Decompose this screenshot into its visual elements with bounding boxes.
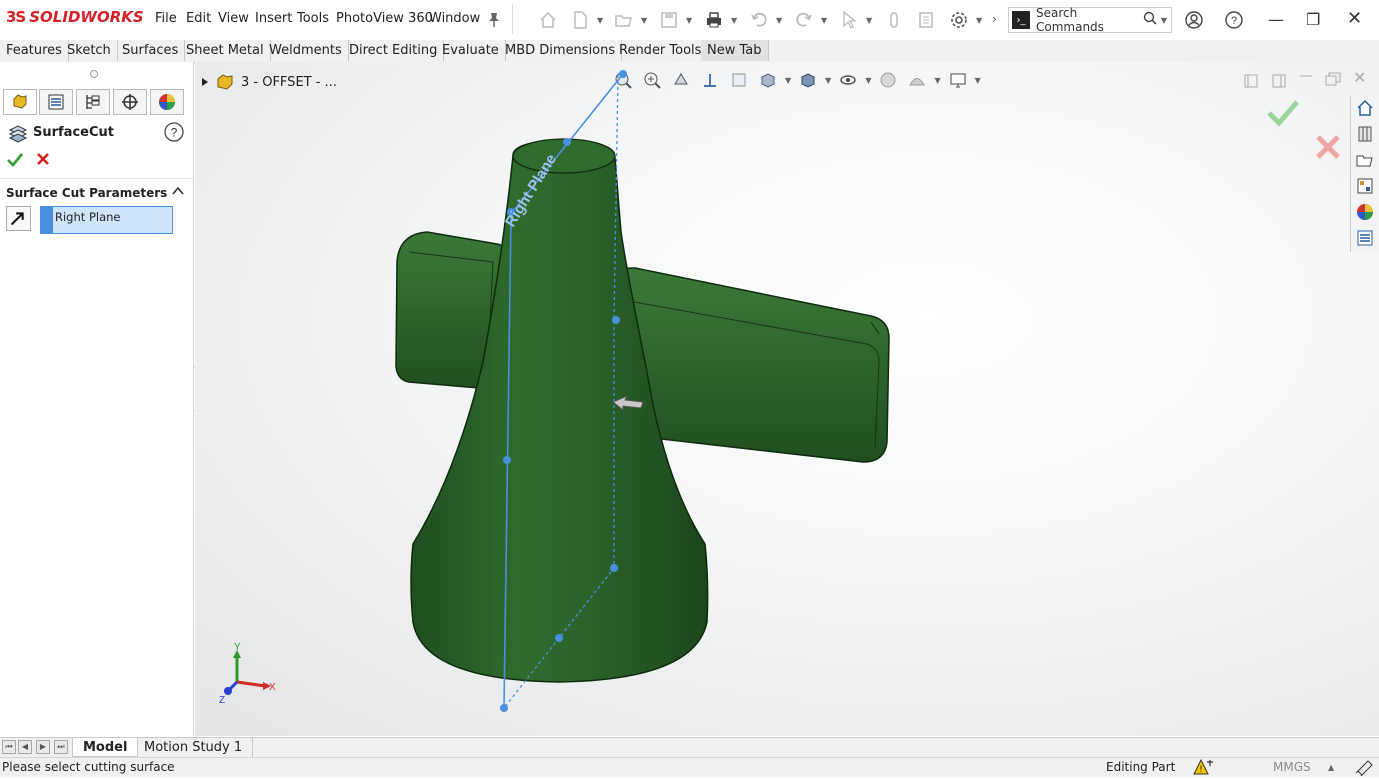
rebuild-icon[interactable] <box>882 8 906 32</box>
ds-logo-mark: 3S <box>6 8 26 26</box>
tab-direct-editing[interactable]: Direct Editing <box>343 40 445 61</box>
tab-motion-study[interactable]: Motion Study 1 <box>134 738 254 757</box>
configurationmanager-tab-icon[interactable] <box>76 89 110 115</box>
search-icon[interactable] <box>1143 11 1157 29</box>
app-name: SOLIDWORKS <box>29 8 144 26</box>
minimize-icon[interactable]: — <box>1268 10 1284 29</box>
triad-y-label: Y <box>234 642 241 653</box>
search-input[interactable]: Search Commands <box>1036 6 1143 34</box>
prev-tab-icon[interactable]: ◀ <box>18 740 32 754</box>
next-tab-icon[interactable]: ▶ <box>36 740 50 754</box>
panel-grip-icon[interactable] <box>90 70 98 78</box>
chevron-down-icon[interactable]: ▼ <box>686 16 692 25</box>
first-tab-icon[interactable]: ⏮ <box>2 740 16 754</box>
command-manager-tabs: Features Sketch Surfaces Sheet Metal Wel… <box>0 40 1379 63</box>
chevron-down-icon[interactable]: ▼ <box>866 16 872 25</box>
bottom-tabs-bar: ⏮ ◀ ▶ ⏭ Model Motion Study 1 <box>0 737 1379 758</box>
last-tab-icon[interactable]: ⏭ <box>54 740 68 754</box>
title-bar: 3S SOLIDWORKS File Edit View Insert Tool… <box>0 0 1379 41</box>
selection-color-swatch <box>40 206 52 234</box>
help-icon[interactable]: ? <box>164 122 184 142</box>
menu-insert[interactable]: Insert <box>255 11 292 26</box>
menu-photoview[interactable]: PhotoView 360 <box>336 11 433 26</box>
tab-surfaces[interactable]: Surfaces <box>116 40 186 61</box>
toolbar-divider <box>512 4 513 34</box>
cutting-surface-selection-box[interactable]: Right Plane <box>52 206 173 234</box>
flip-arrow-icon <box>10 212 24 226</box>
save-icon[interactable] <box>657 8 681 32</box>
options-gear-icon[interactable] <box>947 8 971 32</box>
model-view: Right Plane Y X Z <box>219 70 890 712</box>
print-icon[interactable] <box>702 8 726 32</box>
unit-system[interactable]: MMGS <box>1273 760 1311 774</box>
section-title: Surface Cut Parameters <box>6 186 168 200</box>
close-icon[interactable]: ✕ <box>1347 8 1362 29</box>
featuremanager-tab-icon[interactable] <box>3 89 37 115</box>
graphics-area[interactable]: 3 - OFFSET - ... ▼ ▼ ▼ ▼ ▼ — ✕ Right Pla… <box>195 62 1379 736</box>
chevron-down-icon[interactable]: ▼ <box>821 16 827 25</box>
chevron-down-icon[interactable]: ▼ <box>731 16 737 25</box>
tab-sketch[interactable]: Sketch <box>61 40 118 61</box>
svg-text:?: ? <box>171 126 178 140</box>
svg-text:?: ? <box>1231 15 1237 27</box>
help-icon[interactable]: ? <box>1222 8 1246 32</box>
propertymanager-tab-icon[interactable] <box>39 89 73 115</box>
chevron-up-icon[interactable]: ▲ <box>1328 763 1334 772</box>
tab-sheet-metal[interactable]: Sheet Metal <box>180 40 271 61</box>
menu-view[interactable]: View <box>218 11 249 26</box>
menu-tools[interactable]: Tools <box>297 11 329 26</box>
redo-icon[interactable] <box>792 8 816 32</box>
property-manager-title: SurfaceCut <box>33 125 114 140</box>
property-manager-panel: SurfaceCut ? Surface Cut Parameters Righ… <box>0 62 194 736</box>
cancel-x-icon[interactable] <box>35 151 51 167</box>
new-document-icon[interactable] <box>568 8 592 32</box>
triad-z-label: Z <box>219 695 225 706</box>
dimxpert-tab-icon[interactable] <box>113 89 147 115</box>
chevron-up-icon[interactable] <box>171 184 185 198</box>
menu-window[interactable]: Window <box>429 11 480 26</box>
tab-features[interactable]: Features <box>0 40 69 61</box>
status-message: Please select cutting surface <box>2 760 175 774</box>
home-icon[interactable] <box>536 8 560 32</box>
tab-render-tools[interactable]: Render Tools <box>613 40 709 61</box>
display-manager-tab-icon[interactable] <box>150 89 184 115</box>
restore-icon[interactable]: ❐ <box>1306 10 1320 29</box>
file-properties-icon[interactable] <box>914 8 938 32</box>
section-divider <box>0 178 193 179</box>
tab-model[interactable]: Model <box>72 738 139 757</box>
chevron-down-icon[interactable]: ▼ <box>776 16 782 25</box>
open-folder-icon[interactable] <box>612 8 636 32</box>
menu-file[interactable]: File <box>155 11 177 26</box>
selection-item[interactable]: Right Plane <box>55 210 120 224</box>
chevron-down-icon[interactable]: ▼ <box>597 16 603 25</box>
svg-text:!: ! <box>1200 764 1203 774</box>
triad-x-label: X <box>269 682 276 693</box>
chevron-down-icon[interactable]: ▼ <box>976 16 982 25</box>
pin-icon[interactable] <box>482 8 506 32</box>
toolbar-overflow-icon[interactable]: › <box>992 12 997 26</box>
tab-evaluate[interactable]: Evaluate <box>436 40 506 61</box>
ok-checkmark-icon[interactable] <box>6 151 24 169</box>
tab-weldments[interactable]: Weldments <box>263 40 349 61</box>
select-pointer-icon[interactable] <box>837 8 861 32</box>
tab-mbd-dimensions[interactable]: MBD Dimensions <box>499 40 623 61</box>
command-prompt-icon: ›_ <box>1012 11 1030 29</box>
surface-cut-feature-icon <box>7 122 29 144</box>
solidworks-logo[interactable]: 3S SOLIDWORKS <box>6 8 144 26</box>
status-bar: Please select cutting surface Editing Pa… <box>0 757 1379 778</box>
search-commands-box[interactable]: ›_ Search Commands ▼ <box>1008 6 1172 34</box>
chevron-down-icon[interactable]: ▼ <box>1161 16 1167 25</box>
status-mode: Editing Part <box>1106 760 1176 774</box>
chevron-down-icon[interactable]: ▼ <box>641 16 647 25</box>
user-account-icon[interactable] <box>1182 8 1206 32</box>
coordinate-triad: Y X Z <box>219 642 276 706</box>
tab-new[interactable]: New Tab <box>701 40 769 61</box>
flip-direction-button[interactable] <box>6 206 31 231</box>
menu-edit[interactable]: Edit <box>186 11 211 26</box>
undo-icon[interactable] <box>747 8 771 32</box>
